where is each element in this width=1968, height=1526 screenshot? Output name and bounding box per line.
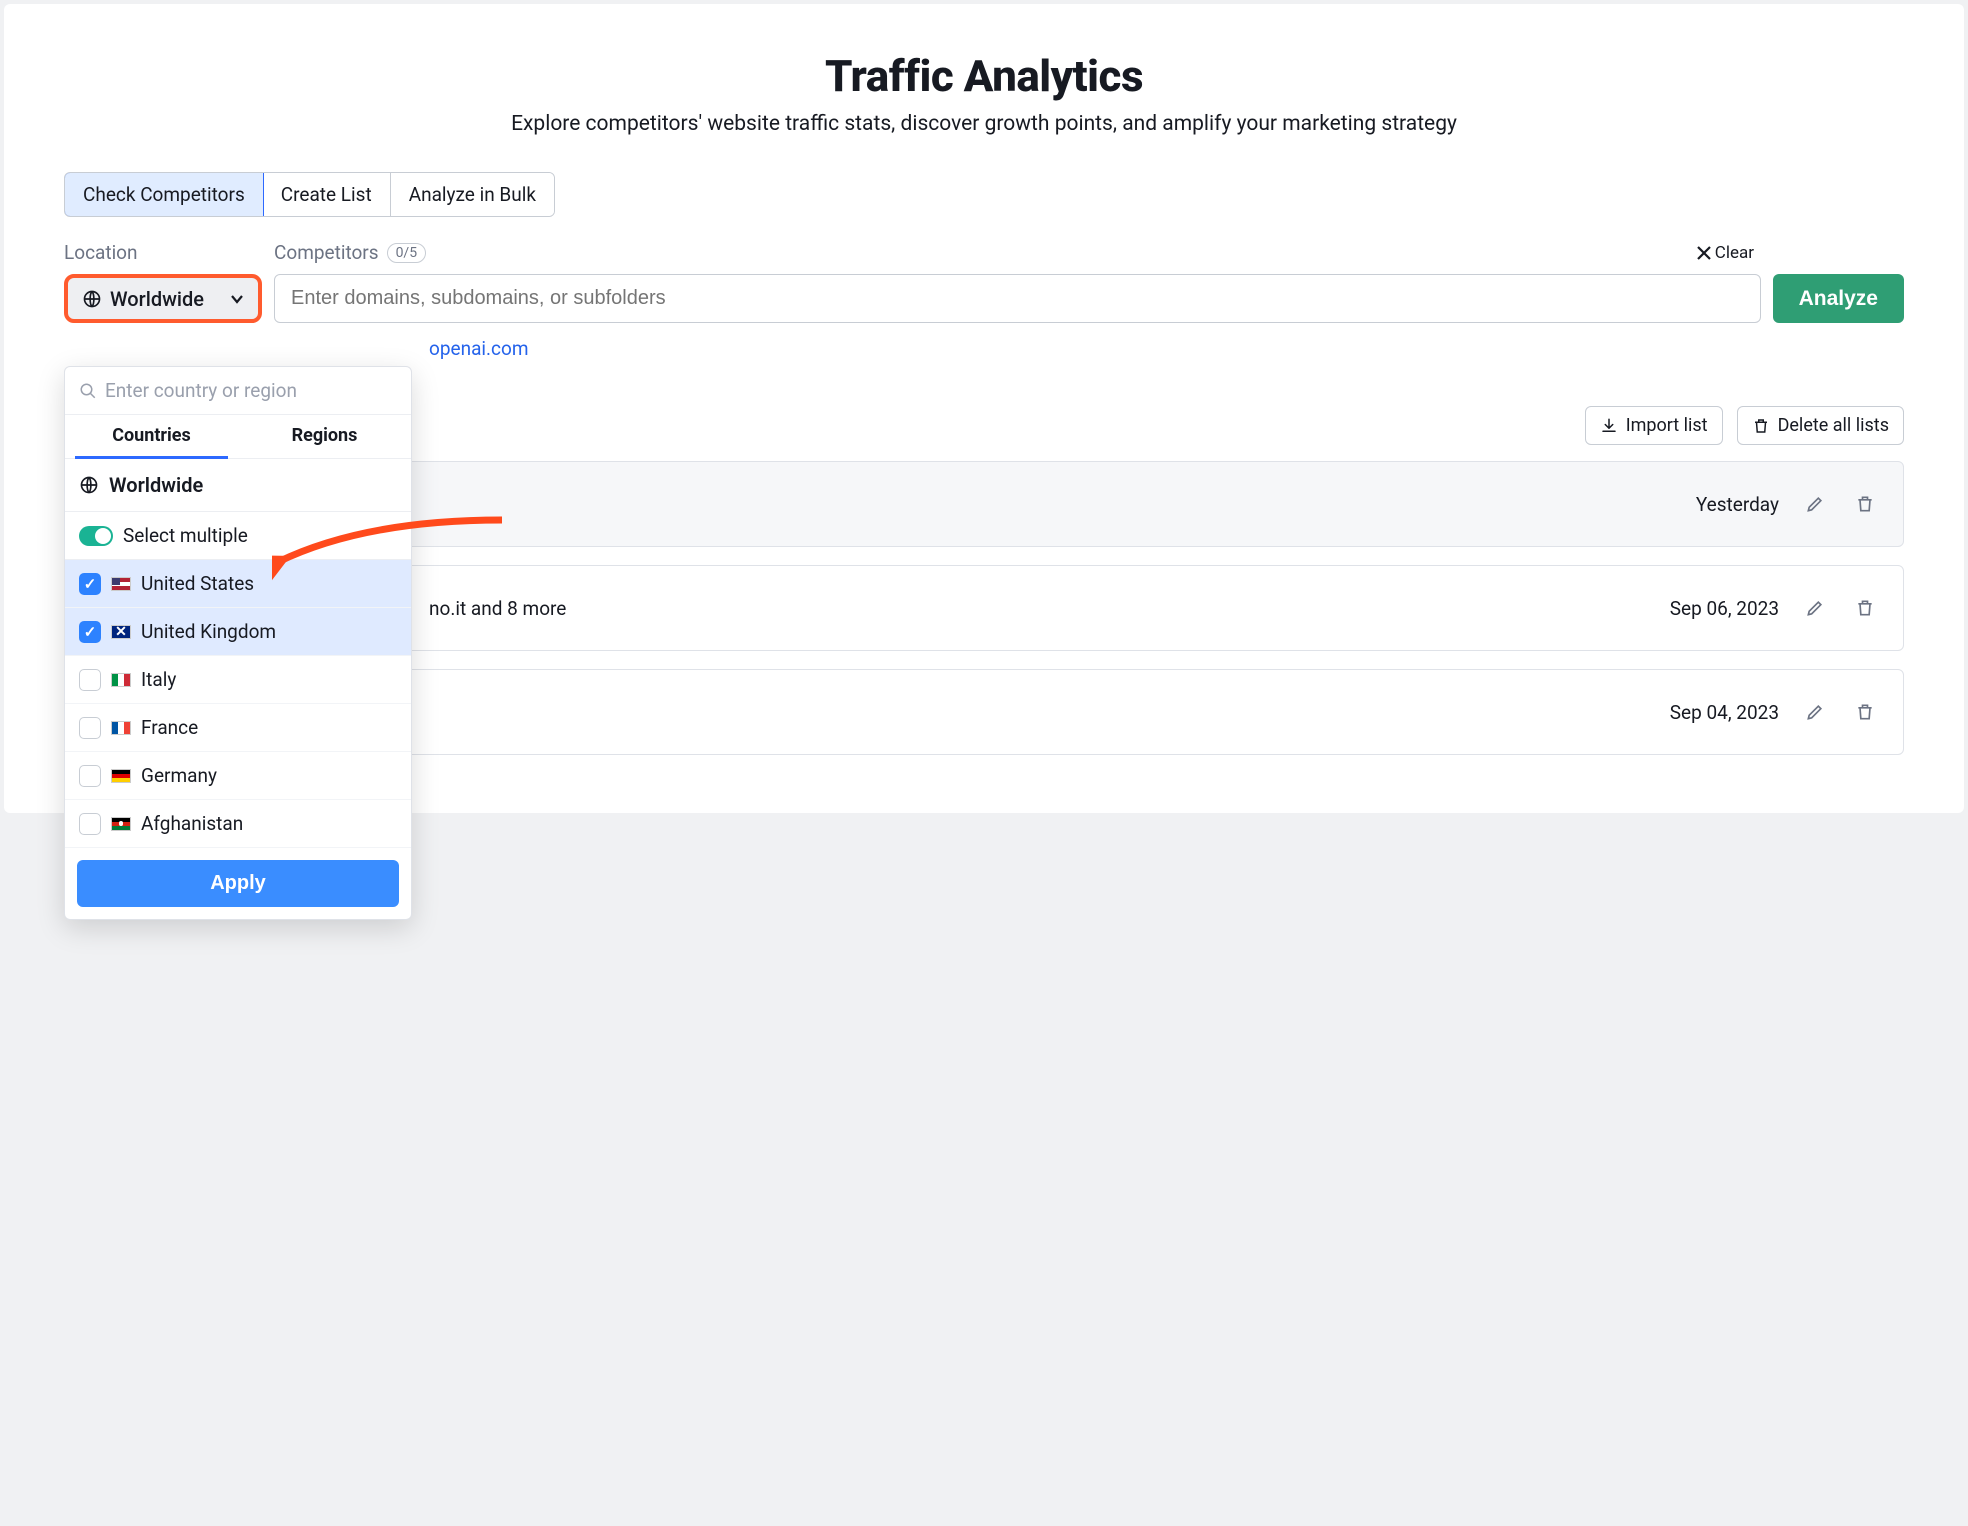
country-option[interactable]: France [65,704,411,752]
country-list[interactable]: ✓ United States ✓ United Kingdom Italy France… [65,560,411,848]
import-list-label: Import list [1626,415,1708,436]
dropdown-tabs: Countries Regions [65,415,411,459]
country-option[interactable]: Italy [65,656,411,704]
checkbox[interactable]: ✓ [79,573,101,595]
apply-button[interactable]: Apply [77,860,399,907]
competitors-input[interactable] [274,274,1761,323]
checkbox[interactable] [79,813,101,835]
worldwide-label: Worldwide [109,473,203,497]
example-link-openai[interactable]: openai.com [429,337,528,360]
edit-button[interactable] [1801,594,1829,622]
flag-icon [111,769,131,783]
list-extra: no.it and 8 more [429,597,566,620]
country-search[interactable]: Enter country or region [65,367,411,415]
country-name: Germany [141,764,217,787]
list-meta: Yesterday [1696,490,1879,518]
list-date: Sep 06, 2023 [1670,597,1779,620]
edit-button[interactable] [1801,698,1829,726]
country-name: France [141,716,198,739]
delete-button[interactable] [1851,490,1879,518]
flag-icon [111,673,131,687]
country-option[interactable]: Germany [65,752,411,800]
country-option[interactable]: Afghanistan [65,800,411,848]
search-icon [79,382,97,400]
location-dropdown: Enter country or region Countries Region… [64,366,412,920]
chevron-down-icon [230,292,244,306]
delete-all-lists-button[interactable]: Delete all lists [1737,406,1904,445]
country-name: Afghanistan [141,812,243,835]
clear-button[interactable]: Clear [1697,243,1754,263]
checkbox[interactable] [79,717,101,739]
country-option[interactable]: ✓ United Kingdom [65,608,411,656]
competitors-label-text: Competitors [274,241,379,264]
page: Traffic Analytics Explore competitors' w… [4,4,1964,813]
input-row: Worldwide Analyze [64,274,1904,323]
mode-tabs: Check Competitors Create List Analyze in… [64,172,555,217]
toggle-icon [79,526,113,546]
flag-icon [111,817,131,831]
location-value: Worldwide [110,287,204,311]
list-meta: Sep 04, 2023 [1670,698,1879,726]
select-multiple-toggle[interactable]: Select multiple [65,512,411,560]
flag-icon [111,721,131,735]
checkbox[interactable] [79,669,101,691]
list-meta: Sep 06, 2023 [1670,594,1879,622]
tab-create-list[interactable]: Create List [263,173,391,216]
tab-regions[interactable]: Regions [238,415,411,458]
globe-icon [79,475,99,495]
country-name: United Kingdom [141,620,276,643]
close-icon [1697,246,1711,260]
country-option[interactable]: ✓ United States [65,560,411,608]
location-dropdown-button[interactable]: Worldwide [64,274,262,323]
clear-label: Clear [1715,243,1754,263]
delete-button[interactable] [1851,594,1879,622]
option-worldwide[interactable]: Worldwide [65,459,411,512]
select-multiple-label: Select multiple [123,524,248,547]
tab-analyze-bulk[interactable]: Analyze in Bulk [391,173,554,216]
example-row: openai.com [429,337,1904,360]
competitors-counter: 0/5 [387,243,427,263]
import-list-button[interactable]: Import list [1585,406,1723,445]
list-date: Sep 04, 2023 [1670,701,1779,724]
delete-button[interactable] [1851,698,1879,726]
flag-icon [111,625,131,639]
country-name: United States [141,572,254,595]
flag-icon [111,577,131,591]
country-search-placeholder: Enter country or region [105,379,297,402]
checkbox[interactable] [79,765,101,787]
analyze-button[interactable]: Analyze [1773,274,1904,323]
delete-all-label: Delete all lists [1778,415,1889,436]
tab-countries[interactable]: Countries [65,415,238,458]
competitors-label: Competitors 0/5 [274,241,1677,264]
page-subtitle: Explore competitors' website traffic sta… [64,112,1904,136]
field-labels: Location Competitors 0/5 Clear [64,241,1904,264]
tab-check-competitors[interactable]: Check Competitors [64,172,264,217]
edit-button[interactable] [1801,490,1829,518]
page-title: Traffic Analytics [64,50,1904,102]
download-icon [1600,417,1618,435]
country-name: Italy [141,668,176,691]
trash-icon [1752,417,1770,435]
globe-icon [82,289,102,309]
checkbox[interactable]: ✓ [79,621,101,643]
location-label: Location [64,241,254,264]
list-date: Yesterday [1696,493,1779,516]
